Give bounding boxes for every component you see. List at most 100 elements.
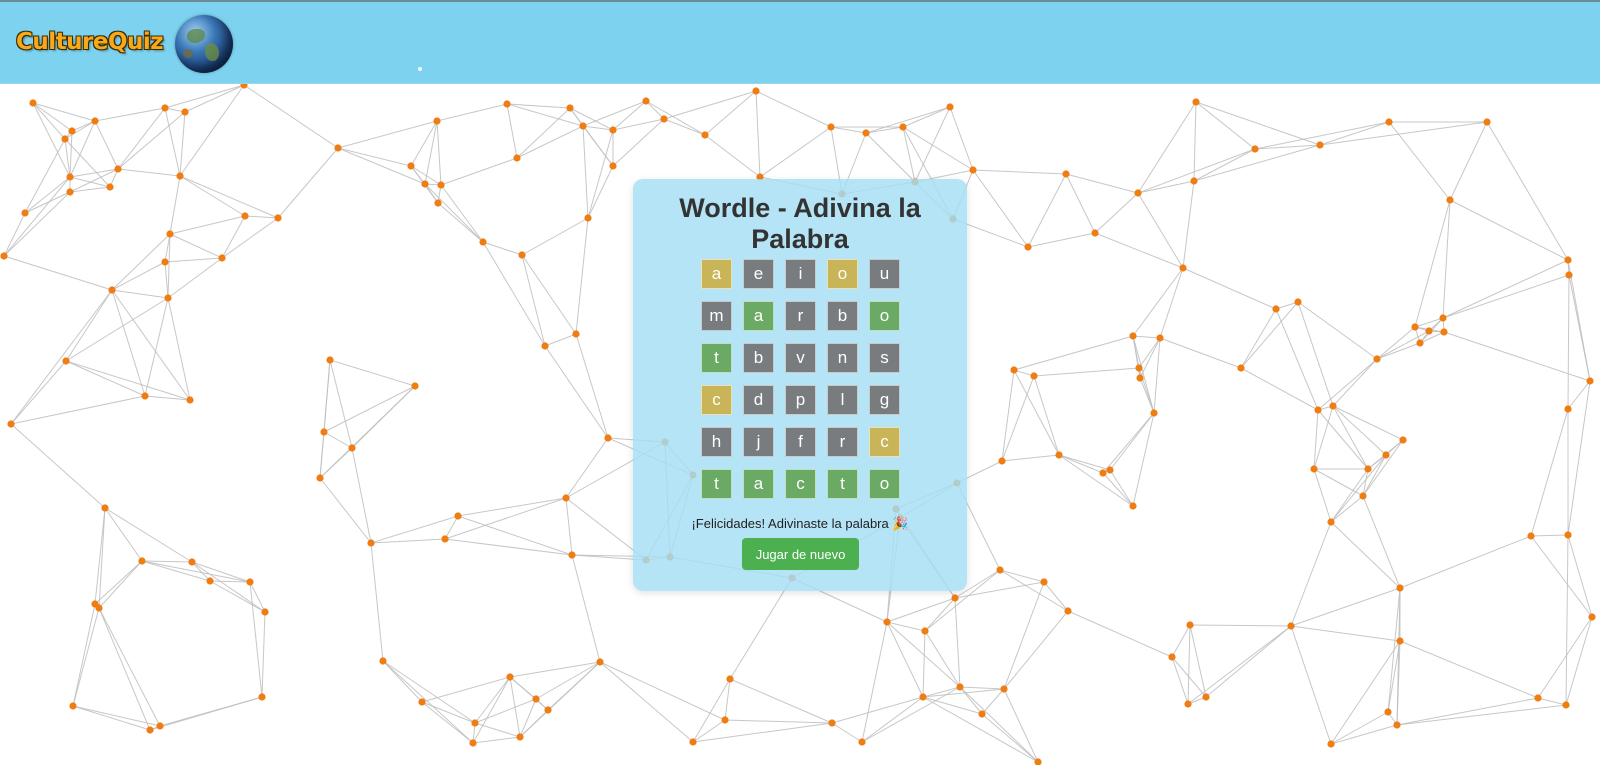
letter-tile: e — [743, 259, 774, 289]
network-edge — [117, 168, 181, 177]
network-node — [1411, 323, 1419, 331]
network-node — [1099, 469, 1107, 477]
network-edge — [277, 147, 339, 219]
network-edge — [1132, 335, 1161, 339]
guess-row: hjfrc — [701, 427, 900, 457]
network-edge — [521, 254, 577, 335]
network-edge — [861, 686, 961, 743]
network-edge — [1567, 274, 1570, 410]
network-node — [660, 115, 668, 123]
letter-tile: d — [743, 385, 774, 415]
network-edge — [141, 560, 193, 563]
network-node — [108, 286, 116, 294]
network-edge — [1399, 535, 1532, 589]
network-edge — [1317, 358, 1378, 411]
network-node — [367, 539, 375, 547]
network-edge — [436, 120, 442, 186]
network-node — [541, 342, 549, 350]
network-node — [1425, 327, 1433, 335]
network-node — [516, 733, 524, 741]
network-edge — [582, 125, 589, 219]
network-edge — [1376, 326, 1416, 360]
network-edge — [999, 569, 1045, 583]
network-node — [421, 180, 429, 188]
network-edge — [1139, 377, 1155, 414]
network-edge — [1330, 521, 1401, 589]
network-edge — [724, 719, 833, 724]
network-edge — [612, 118, 665, 167]
letter-tile: n — [827, 343, 858, 373]
network-node — [752, 87, 760, 95]
network-edge — [421, 701, 474, 744]
network-edge — [98, 607, 151, 731]
letter-tile: p — [785, 385, 816, 415]
letter-tile: r — [785, 301, 816, 331]
network-edge — [516, 107, 571, 159]
globe-icon[interactable] — [175, 15, 233, 73]
network-edge — [243, 84, 339, 149]
network-node — [1396, 584, 1404, 592]
network-edge — [72, 603, 96, 707]
network-node — [1190, 177, 1198, 185]
network-edge — [1193, 101, 1197, 182]
network-node — [241, 212, 249, 220]
network-edge — [1195, 101, 1321, 146]
network-edge — [509, 676, 521, 738]
network-edge — [319, 477, 372, 544]
network-node — [609, 162, 617, 170]
network-node — [1030, 372, 1038, 380]
network-edge — [261, 611, 266, 698]
network-node — [1040, 578, 1048, 586]
network-node — [1135, 364, 1143, 372]
network-node — [1440, 328, 1448, 336]
network-edge — [1033, 367, 1140, 377]
network-node — [433, 117, 441, 125]
network-node — [66, 188, 74, 196]
network-edge — [1013, 335, 1134, 371]
network-edge — [1442, 274, 1570, 319]
network-edge — [111, 233, 171, 291]
guess-row: aeiou — [701, 259, 900, 289]
network-edge — [104, 507, 193, 563]
network-edge — [1442, 199, 1451, 319]
network-edge — [370, 542, 384, 662]
network-edge — [72, 607, 100, 707]
network-edge — [1313, 409, 1319, 470]
network-edge — [1362, 495, 1401, 589]
network-node — [532, 695, 540, 703]
network-node — [919, 693, 927, 701]
network-node — [701, 131, 709, 139]
network-edge — [544, 345, 609, 439]
network-edge — [94, 107, 166, 122]
letter-tile: b — [743, 343, 774, 373]
network-edge — [104, 507, 143, 562]
play-again-button[interactable]: Jugar de nuevo — [742, 538, 859, 570]
network-node — [1359, 492, 1367, 500]
network-node — [1364, 465, 1372, 473]
network-edge — [444, 497, 567, 540]
network-edge — [1290, 625, 1332, 745]
network-node — [176, 172, 184, 180]
network-edge — [1137, 101, 1197, 194]
network-edge — [69, 176, 111, 188]
network-edge — [599, 661, 694, 743]
network-edge — [69, 130, 73, 178]
letter-tile: r — [827, 427, 858, 457]
network-edge — [1240, 308, 1277, 369]
network-edge — [1171, 624, 1191, 658]
network-edge — [1396, 697, 1539, 726]
network-node — [246, 578, 254, 586]
network-node — [1237, 364, 1245, 372]
network-node — [161, 258, 169, 266]
network-node — [568, 551, 576, 559]
site-logo[interactable]: CultureQuiz — [16, 29, 164, 55]
network-edge — [575, 217, 589, 335]
network-edge — [421, 676, 511, 703]
network-node — [921, 627, 929, 635]
network-node — [0, 252, 8, 260]
network-edge — [999, 569, 1069, 612]
network-node — [379, 657, 387, 665]
network-node — [138, 557, 146, 565]
network-edge — [1414, 199, 1451, 328]
network-node — [1586, 377, 1594, 385]
